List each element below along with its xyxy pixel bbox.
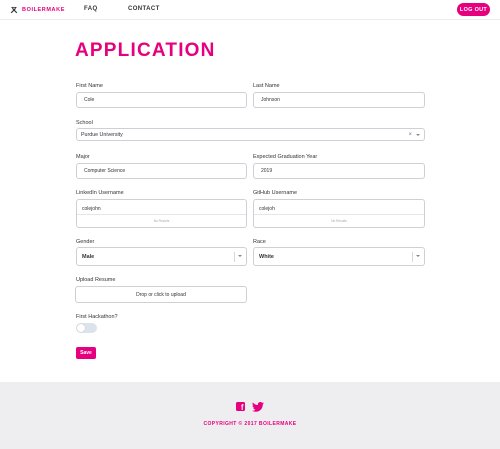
resume-label: Upload Resume: [76, 277, 116, 283]
school-value: Purdue University: [81, 131, 123, 138]
nav-link-contact[interactable]: CONTACT: [128, 6, 160, 12]
linkedin-label: LinkedIn Username: [76, 190, 124, 196]
race-value: White: [259, 253, 274, 260]
logout-button[interactable]: LOG OUT: [457, 3, 490, 16]
linkedin-field[interactable]: colejohn No Results: [76, 199, 247, 228]
dropdown-divider: [77, 214, 246, 215]
clear-icon[interactable]: ×: [408, 132, 412, 138]
select-separator: [234, 252, 235, 262]
brand-name: BOILERMAKE: [22, 7, 65, 13]
school-label: School: [76, 120, 93, 126]
no-results-text: No Results: [153, 219, 170, 223]
copyright-text: COPYRIGHT © 2017 BOILERMAKE: [203, 421, 297, 427]
first-hackathon-label: First Hackathon?: [76, 314, 118, 320]
major-field[interactable]: Computer Science: [76, 163, 247, 179]
linkedin-value: colejohn: [82, 206, 101, 212]
toggle-knob: [77, 324, 85, 332]
grad-year-label: Expected Graduation Year: [253, 154, 318, 160]
gender-select[interactable]: Male: [76, 247, 247, 266]
brand-logo[interactable]: BOILERMAKE: [10, 6, 65, 14]
page-title: APPLICATION: [75, 40, 216, 61]
github-value: colejoh: [259, 206, 275, 212]
school-select[interactable]: Purdue University ×: [76, 128, 425, 141]
chevron-down-icon[interactable]: [416, 134, 420, 136]
race-label: Race: [253, 239, 266, 245]
nav-link-faq[interactable]: FAQ: [84, 6, 98, 12]
last-name-field[interactable]: Johnson: [253, 92, 425, 108]
save-button[interactable]: Save: [76, 347, 96, 359]
first-name-label: First Name: [76, 83, 103, 89]
top-navbar: BOILERMAKE FAQ CONTACT LOG OUT: [0, 0, 500, 20]
no-results-text: No Results: [331, 219, 347, 223]
gender-value: Male: [82, 253, 95, 260]
twitter-icon[interactable]: [252, 402, 264, 412]
footer: [0, 382, 500, 449]
github-field[interactable]: colejoh No Results: [253, 199, 425, 228]
chevron-down-icon[interactable]: [238, 255, 242, 257]
chevron-down-icon[interactable]: [416, 255, 420, 257]
grad-year-field[interactable]: 2019: [253, 163, 425, 179]
select-separator: [412, 252, 413, 262]
first-hackathon-toggle[interactable]: [76, 323, 97, 333]
dropdown-divider: [254, 214, 424, 215]
crossed-hammers-icon: [10, 6, 18, 14]
github-label: GitHub Username: [253, 190, 298, 196]
resume-dropzone[interactable]: Drop or click to upload: [75, 286, 247, 303]
race-select[interactable]: White: [253, 247, 425, 266]
last-name-label: Last Name: [253, 83, 280, 89]
gender-label: Gender: [76, 239, 95, 245]
major-label: Major: [76, 154, 90, 160]
first-name-field[interactable]: Cole: [76, 92, 247, 108]
facebook-icon[interactable]: f: [236, 402, 245, 412]
